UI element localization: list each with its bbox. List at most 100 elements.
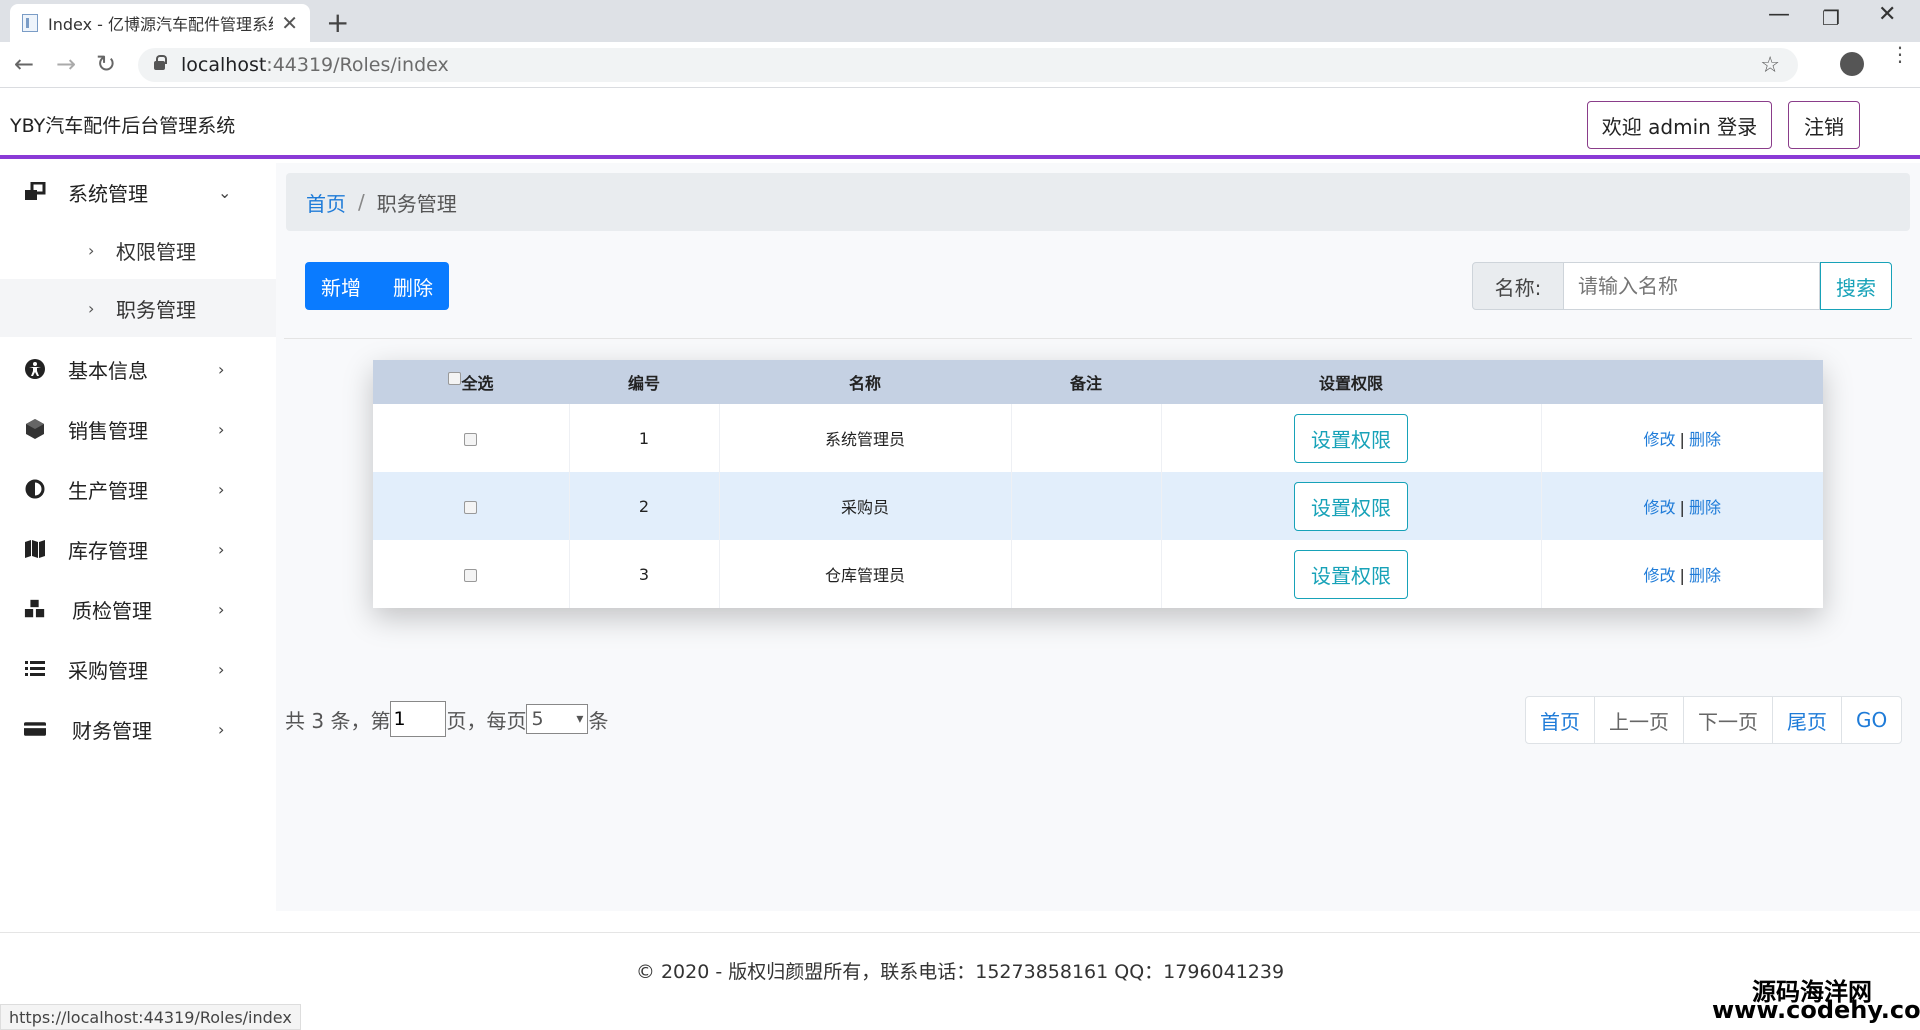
forward-icon[interactable]: → <box>56 50 76 78</box>
sidebar-item-quality[interactable]: 质检管理 › <box>0 580 276 638</box>
sidebar-subitem-label: 职务管理 <box>116 297 196 322</box>
next-page-button[interactable]: 下一页 <box>1684 697 1773 743</box>
sidebar-item-purchase[interactable]: 采购管理 › <box>0 640 276 698</box>
cubes-icon <box>24 598 46 620</box>
search-button[interactable]: 搜索 <box>1820 262 1892 310</box>
delete-link[interactable]: 删除 <box>1689 498 1721 517</box>
per-page-select[interactable]: 5 <box>526 704 589 734</box>
remark-column-header: 备注 <box>1069 374 1102 393</box>
row-remark <box>1011 472 1162 540</box>
back-icon[interactable]: ← <box>14 50 34 78</box>
browser-toolbar: ← → ↻ localhost:44319/Roles/index ☆ <box>0 42 1920 88</box>
search-input[interactable] <box>1564 262 1820 310</box>
window-close-icon[interactable]: ✕ <box>1878 2 1896 27</box>
breadcrumb-separator: / <box>358 190 365 214</box>
row-checkbox[interactable] <box>464 500 478 514</box>
tab-close-icon[interactable]: ✕ <box>281 11 298 35</box>
chevron-right-icon: › <box>218 599 225 619</box>
windows-icon <box>24 181 46 203</box>
account-icon[interactable] <box>1840 52 1864 76</box>
per-page-prefix: 页，每页 <box>446 708 527 733</box>
edit-link[interactable]: 修改 <box>1644 498 1676 517</box>
main-content: 首页 / 职务管理 新增 删除 名称: 搜索 全选 编号 名称 备注 设置权限 <box>276 163 1920 911</box>
breadcrumb-home-link[interactable]: 首页 <box>306 188 346 217</box>
sidebar-item-label: 库存管理 <box>68 538 148 563</box>
table-header-row: 全选 编号 名称 备注 设置权限 <box>373 360 1823 404</box>
lock-icon <box>154 54 167 70</box>
select-all-checkbox[interactable] <box>448 372 462 385</box>
sidebar-item-label: 基本信息 <box>68 358 148 383</box>
delete-button[interactable]: 删除 <box>377 262 449 310</box>
address-bar[interactable]: localhost:44319/Roles/index ☆ <box>138 48 1798 82</box>
table-row: 3 仓库管理员 设置权限 修改 | 删除 <box>373 540 1823 608</box>
page-number-input[interactable] <box>390 701 447 737</box>
sidebar-item-inventory[interactable]: 库存管理 › <box>0 520 276 578</box>
minimize-icon[interactable]: — <box>1768 2 1790 27</box>
sidebar-item-system[interactable]: 系统管理 ⌄ <box>0 163 276 221</box>
divider <box>284 338 1912 339</box>
edit-link[interactable]: 修改 <box>1644 566 1676 585</box>
delete-link[interactable]: 删除 <box>1689 430 1721 449</box>
page-info: 共 3 条，第 页，每页 5 条 <box>285 701 608 737</box>
select-all-label: 全选 <box>461 374 494 393</box>
row-id: 3 <box>569 540 720 608</box>
sidebar-item-label: 质检管理 <box>72 598 152 623</box>
chevron-right-icon: › <box>218 539 225 559</box>
name-column-header: 名称 <box>848 374 881 393</box>
ops-separator: | <box>1679 430 1685 449</box>
browser-tab[interactable]: Index - 亿博源汽车配件管理系统 ✕ <box>10 4 310 42</box>
sidebar-item-basic-info[interactable]: 基本信息 › <box>0 340 276 398</box>
prev-page-button[interactable]: 上一页 <box>1595 697 1684 743</box>
map-icon <box>24 538 46 560</box>
sidebar-item-production[interactable]: 生产管理 › <box>0 460 276 518</box>
row-id: 2 <box>569 472 720 540</box>
browser-menu-icon[interactable]: ⋮ <box>1890 44 1910 64</box>
reload-icon[interactable]: ↻ <box>96 50 116 78</box>
new-tab-icon[interactable]: + <box>326 6 349 39</box>
edit-link[interactable]: 修改 <box>1644 430 1676 449</box>
sidebar-subitem-permissions[interactable]: › 权限管理 <box>0 221 276 279</box>
total-prefix: 共 3 条，第 <box>285 708 391 733</box>
row-remark <box>1011 540 1162 608</box>
accessibility-icon <box>24 358 46 380</box>
app-header: YBY汽车配件后台管理系统 欢迎 admin 登录 注销 <box>0 89 1920 159</box>
browser-tabbar: Index - 亿博源汽车配件管理系统 ✕ + — ❐ ✕ <box>0 0 1920 42</box>
row-checkbox[interactable] <box>464 432 478 446</box>
sidebar-item-label: 销售管理 <box>68 418 148 443</box>
logout-button[interactable]: 注销 <box>1788 101 1860 149</box>
url-host: localhost <box>181 54 267 76</box>
ops-separator: | <box>1679 498 1685 517</box>
set-permission-button[interactable]: 设置权限 <box>1294 413 1408 463</box>
chevron-right-icon: › <box>218 659 225 679</box>
table-row: 1 系统管理员 设置权限 修改 | 删除 <box>373 404 1823 472</box>
search-label: 名称: <box>1472 262 1564 310</box>
ops-separator: | <box>1679 566 1685 585</box>
breadcrumb: 首页 / 职务管理 <box>286 173 1910 231</box>
welcome-button[interactable]: 欢迎 admin 登录 <box>1587 101 1772 149</box>
sidebar-item-finance[interactable]: 财务管理 › <box>0 700 276 758</box>
chevron-right-icon: › <box>88 298 95 318</box>
delete-link[interactable]: 删除 <box>1689 566 1721 585</box>
ops-column-header <box>1541 360 1823 404</box>
search-group: 名称: 搜索 <box>1472 262 1892 310</box>
last-page-button[interactable]: 尾页 <box>1773 697 1842 743</box>
id-column-header: 编号 <box>627 374 660 393</box>
sidebar-subitem-positions[interactable]: › 职务管理 <box>0 279 276 337</box>
per-page-suffix: 条 <box>588 708 609 733</box>
set-permission-button[interactable]: 设置权限 <box>1294 481 1408 531</box>
go-button[interactable]: GO <box>1842 697 1901 743</box>
set-permission-button[interactable]: 设置权限 <box>1294 549 1408 599</box>
copyright-text: © 2020 - 版权归颜盟所有，联系电话：15273858161 QQ：179… <box>635 961 1285 983</box>
maximize-icon[interactable]: ❐ <box>1822 6 1840 30</box>
perm-column-header: 设置权限 <box>1318 374 1383 393</box>
chevron-right-icon: › <box>218 479 225 499</box>
row-checkbox[interactable] <box>464 568 478 582</box>
first-page-button[interactable]: 首页 <box>1526 697 1595 743</box>
bookmark-star-icon[interactable]: ☆ <box>1760 53 1780 78</box>
breadcrumb-current: 职务管理 <box>376 191 457 216</box>
roles-table: 全选 编号 名称 备注 设置权限 1 系统管理员 设置权限 修改 | 删除 2 … <box>373 360 1823 608</box>
table-row: 2 采购员 设置权限 修改 | 删除 <box>373 472 1823 540</box>
sidebar-item-sales[interactable]: 销售管理 › <box>0 400 276 458</box>
row-name: 仓库管理员 <box>719 540 1012 608</box>
add-button[interactable]: 新增 <box>305 262 377 310</box>
